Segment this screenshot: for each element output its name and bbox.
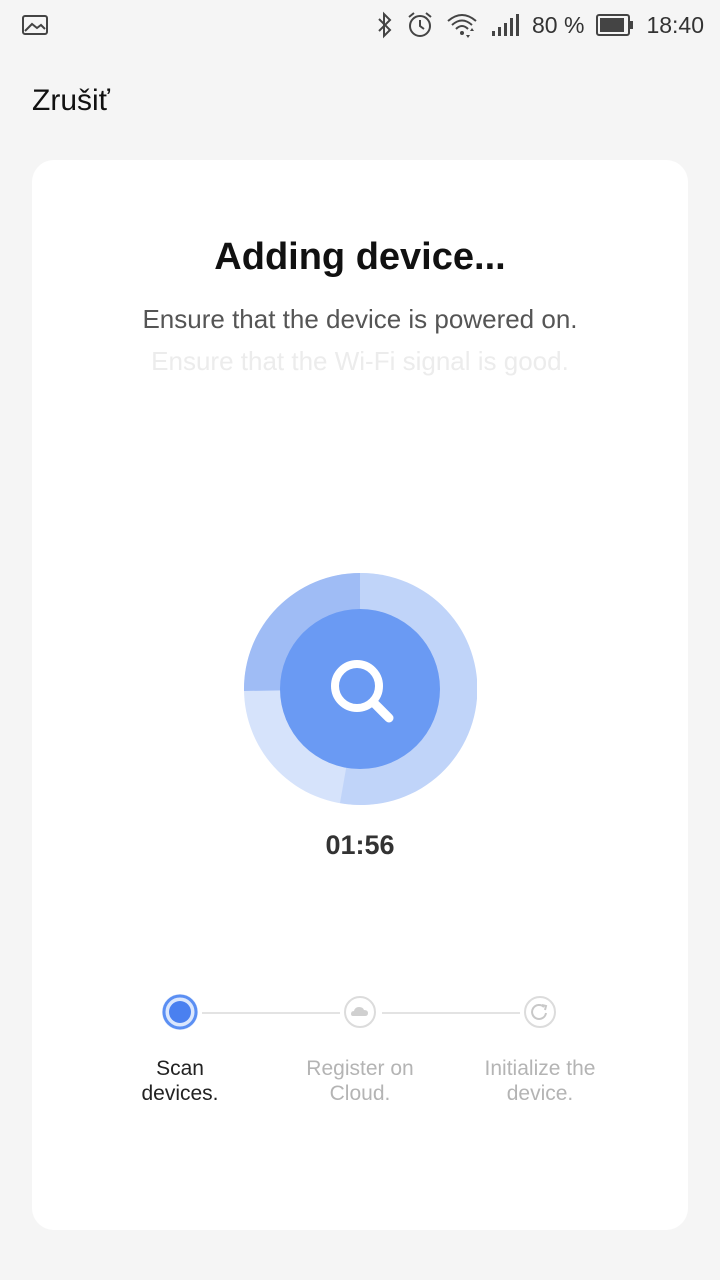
refresh-icon xyxy=(520,992,560,1032)
adding-device-card: Adding device... Ensure that the device … xyxy=(32,160,688,1230)
cloud-icon xyxy=(340,992,380,1032)
page-title: Adding device... xyxy=(214,236,506,278)
cancel-button[interactable]: Zrušiť xyxy=(32,84,110,118)
step-scan-label: Scan devices. xyxy=(141,1057,219,1105)
step-register-label: Register on Cloud. xyxy=(306,1057,414,1105)
scan-progress-icon xyxy=(160,992,200,1032)
scan-animation xyxy=(243,572,478,806)
battery-percent: 80 % xyxy=(532,11,585,38)
hint-wifi-signal: Ensure that the Wi-Fi signal is good. xyxy=(151,346,569,376)
step-initialize-label: Initialize the device. xyxy=(484,1057,596,1105)
bluetooth-icon xyxy=(376,11,394,39)
wifi-icon xyxy=(446,11,478,39)
hint-powered-on: Ensure that the device is powered on. xyxy=(142,304,578,334)
countdown-timer: 01:56 xyxy=(325,830,395,860)
alarm-icon xyxy=(406,11,434,39)
image-icon xyxy=(22,15,48,35)
battery-icon xyxy=(596,14,634,36)
status-bar: 80 % 18:40 xyxy=(0,0,720,50)
signal-icon xyxy=(490,13,520,37)
progress-steps: Scan devices. Register on Cloud. Initial… xyxy=(32,992,688,1112)
step-connector xyxy=(382,1012,520,1014)
clock: 18:40 xyxy=(646,11,704,38)
step-connector xyxy=(202,1012,340,1014)
